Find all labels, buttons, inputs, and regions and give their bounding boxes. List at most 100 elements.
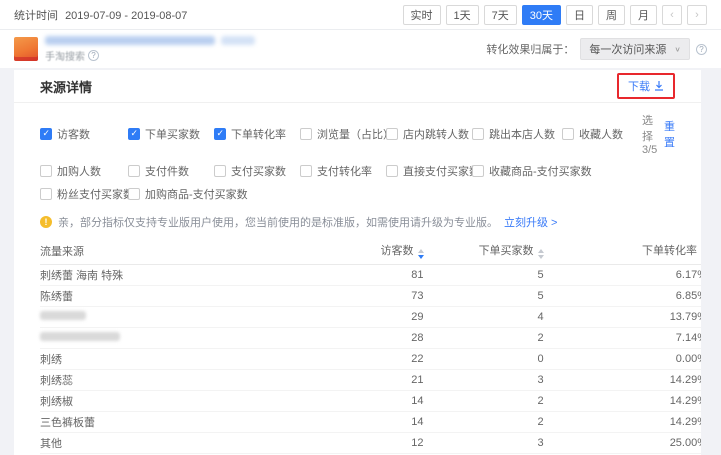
attribution-label: 转化效果归属于： [486,41,574,57]
month-button[interactable]: 月 [630,5,657,25]
checkbox-label: 支付件数 [145,163,189,179]
source-table: 流量来源 访客数 下单买家数 下单转化率 刺绣蕾 海南 特殊 81 5 6.17… [40,238,701,455]
checkbox-icon[interactable] [128,165,140,177]
upgrade-link[interactable]: 立刻升级 > [504,214,557,230]
buyers-cell: 5 [424,264,544,285]
rate-cell: 6.85% [544,285,701,306]
source-cell: 刺绣椒 [40,390,340,411]
checkbox-icon[interactable] [40,188,52,200]
stat-time-label: 统计时间 [14,10,58,22]
download-button[interactable]: 下载 [628,78,664,94]
prev-period-button[interactable]: ‹ [662,5,682,25]
column-order-buyers[interactable]: 下单买家数 [424,238,544,264]
week-button[interactable]: 周 [598,5,625,25]
help-icon[interactable]: ? [88,50,99,61]
checkbox-icon[interactable] [128,188,140,200]
checkbox-icon[interactable] [40,165,52,177]
one-day-button[interactable]: 1天 [446,5,479,25]
rate-cell: 14.29% [544,411,701,432]
date-range: 2019-07-09 - 2019-08-07 [65,10,187,22]
visitors-cell: 81 [340,264,423,285]
attribution-dropdown[interactable]: 每一次访问来源 ∨ [580,38,690,60]
checkbox-label: 加购商品-支付买家数 [145,186,248,202]
metric-cart-adds[interactable]: 加购人数 [40,163,128,179]
traffic-source-line: 手淘搜索 ? [45,48,255,63]
checkbox-label: 店内跳转人数 [403,126,469,142]
product-info: 手淘搜索 ? [14,36,255,63]
table-row: 三色裤板蕾 14 2 14.29% [40,411,701,432]
metric-paid-buyers[interactable]: 支付买家数 [214,163,300,179]
checkbox-icon[interactable] [128,128,140,140]
download-icon [654,81,664,91]
warning-icon: ! [40,216,52,228]
metric-paid-conversion[interactable]: 支付转化率 [300,163,386,179]
redacted-text-block [40,332,120,341]
metric-fan-paid-buyers[interactable]: 粉丝支付买家数 [40,186,128,202]
visitors-cell: 14 [340,411,423,432]
notice-text: 亲，部分指标仅支持专业版用户使用，您当前使用的是标准版，如需使用请升级为专业版。 [58,214,498,230]
checkbox-label: 支付转化率 [317,163,372,179]
selection-count: 选择 3/5 [642,112,658,156]
next-period-button[interactable]: › [687,5,707,25]
metric-favorited-item-paid-buyers[interactable]: 收藏商品-支付买家数 [472,163,675,179]
metric-paid-items[interactable]: 支付件数 [128,163,214,179]
checkbox-label: 收藏人数 [579,126,623,142]
visitors-cell: 12 [340,432,423,453]
visitors-cell: 28 [340,327,423,348]
rate-cell: 6.17% [544,264,701,285]
checkbox-icon[interactable] [40,128,52,140]
metric-direct-paid-buyers[interactable]: 直接支付买家数 [386,163,472,179]
upgrade-notice: ! 亲，部分指标仅支持专业版用户使用，您当前使用的是标准版，如需使用请升级为专业… [14,211,701,238]
checkbox-icon[interactable] [214,128,226,140]
metric-pageviews-ratio[interactable]: 浏览量（占比） [300,126,386,142]
product-title-redacted [45,36,255,45]
sort-icon[interactable] [538,249,544,259]
checkbox-icon[interactable] [386,128,398,140]
metric-cart-item-paid-buyers[interactable]: 加购商品-支付买家数 [128,186,386,202]
seven-day-button[interactable]: 7天 [484,5,517,25]
reset-button[interactable]: 重置 [664,118,675,150]
buyers-cell: 3 [424,369,544,390]
table-row: 28 2 7.14% [40,327,701,348]
buyers-cell: 2 [424,411,544,432]
table-row: 陈绣蕾 73 5 6.85% [40,285,701,306]
checkbox-icon[interactable] [562,128,574,140]
buyers-cell: 5 [424,285,544,306]
thirty-day-button[interactable]: 30天 [522,5,561,25]
visitors-cell: 14 [340,390,423,411]
column-visitors[interactable]: 访客数 [340,238,423,264]
metric-order-conversion[interactable]: 下单转化率 [214,126,300,142]
metric-order-buyers[interactable]: 下单买家数 [128,126,214,142]
visitors-cell: 21 [340,369,423,390]
metric-visitors[interactable]: 访客数 [40,126,128,142]
metric-favorites[interactable]: 收藏人数 [562,126,642,142]
attribution-value: 每一次访问来源 [589,41,666,57]
metric-in-store-jumps[interactable]: 店内跳转人数 [386,126,472,142]
source-cell-redacted [40,327,340,348]
column-order-conversion[interactable]: 下单转化率 [544,238,701,264]
checkbox-label: 访客数 [57,126,90,142]
checkbox-icon[interactable] [472,165,484,177]
column-source: 流量来源 [40,238,340,264]
buyers-cell: 0 [424,348,544,369]
realtime-button[interactable]: 实时 [403,5,441,25]
buyers-cell: 3 [424,432,544,453]
rate-cell: 14.29% [544,390,701,411]
sort-icon[interactable] [418,249,424,259]
day-button[interactable]: 日 [566,5,593,25]
checkbox-icon[interactable] [214,165,226,177]
help-icon[interactable]: ? [696,44,707,55]
checkbox-label: 下单买家数 [145,126,200,142]
card-header: 来源详情 下载 [14,70,701,103]
checkbox-label: 加购人数 [57,163,101,179]
checkbox-icon[interactable] [386,165,398,177]
rate-cell: 7.14% [544,327,701,348]
checkbox-icon[interactable] [300,165,312,177]
stat-time: 统计时间 2019-07-09 - 2019-08-07 [14,7,187,23]
source-cell: 刺绣蕾 海南 特殊 [40,264,340,285]
product-title-block: 手淘搜索 ? [45,36,255,63]
redacted-text-block [40,311,86,320]
metric-store-exits[interactable]: 跳出本店人数 [472,126,562,142]
checkbox-icon[interactable] [472,128,484,140]
checkbox-icon[interactable] [300,128,312,140]
